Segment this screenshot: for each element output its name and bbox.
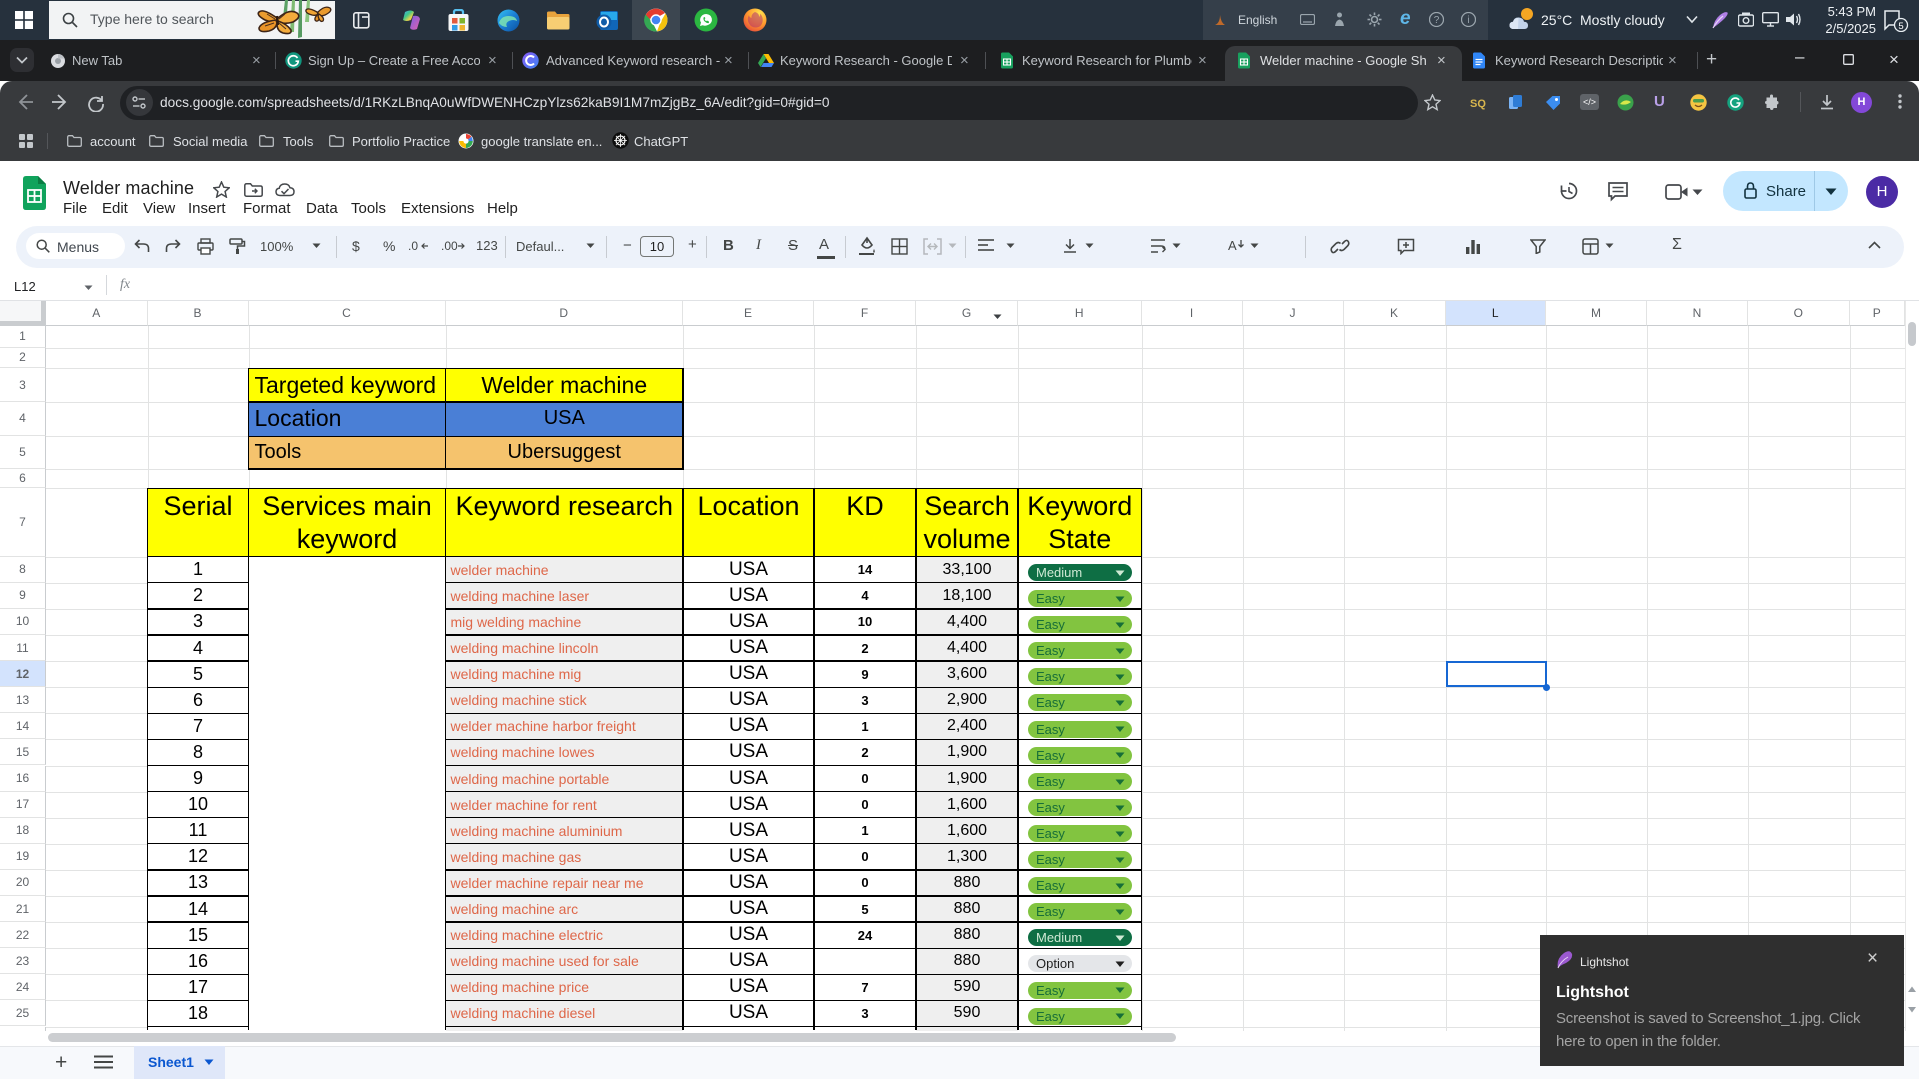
- svg-text:.0: .0: [408, 239, 418, 253]
- svg-text:?: ?: [1434, 15, 1440, 26]
- svg-text:.00: .00: [441, 239, 458, 253]
- svg-text:i: i: [1467, 15, 1469, 26]
- svg-text:SQ: SQ: [1470, 98, 1486, 110]
- svg-text:A: A: [1228, 238, 1237, 253]
- svg-text:5: 5: [1898, 21, 1903, 32]
